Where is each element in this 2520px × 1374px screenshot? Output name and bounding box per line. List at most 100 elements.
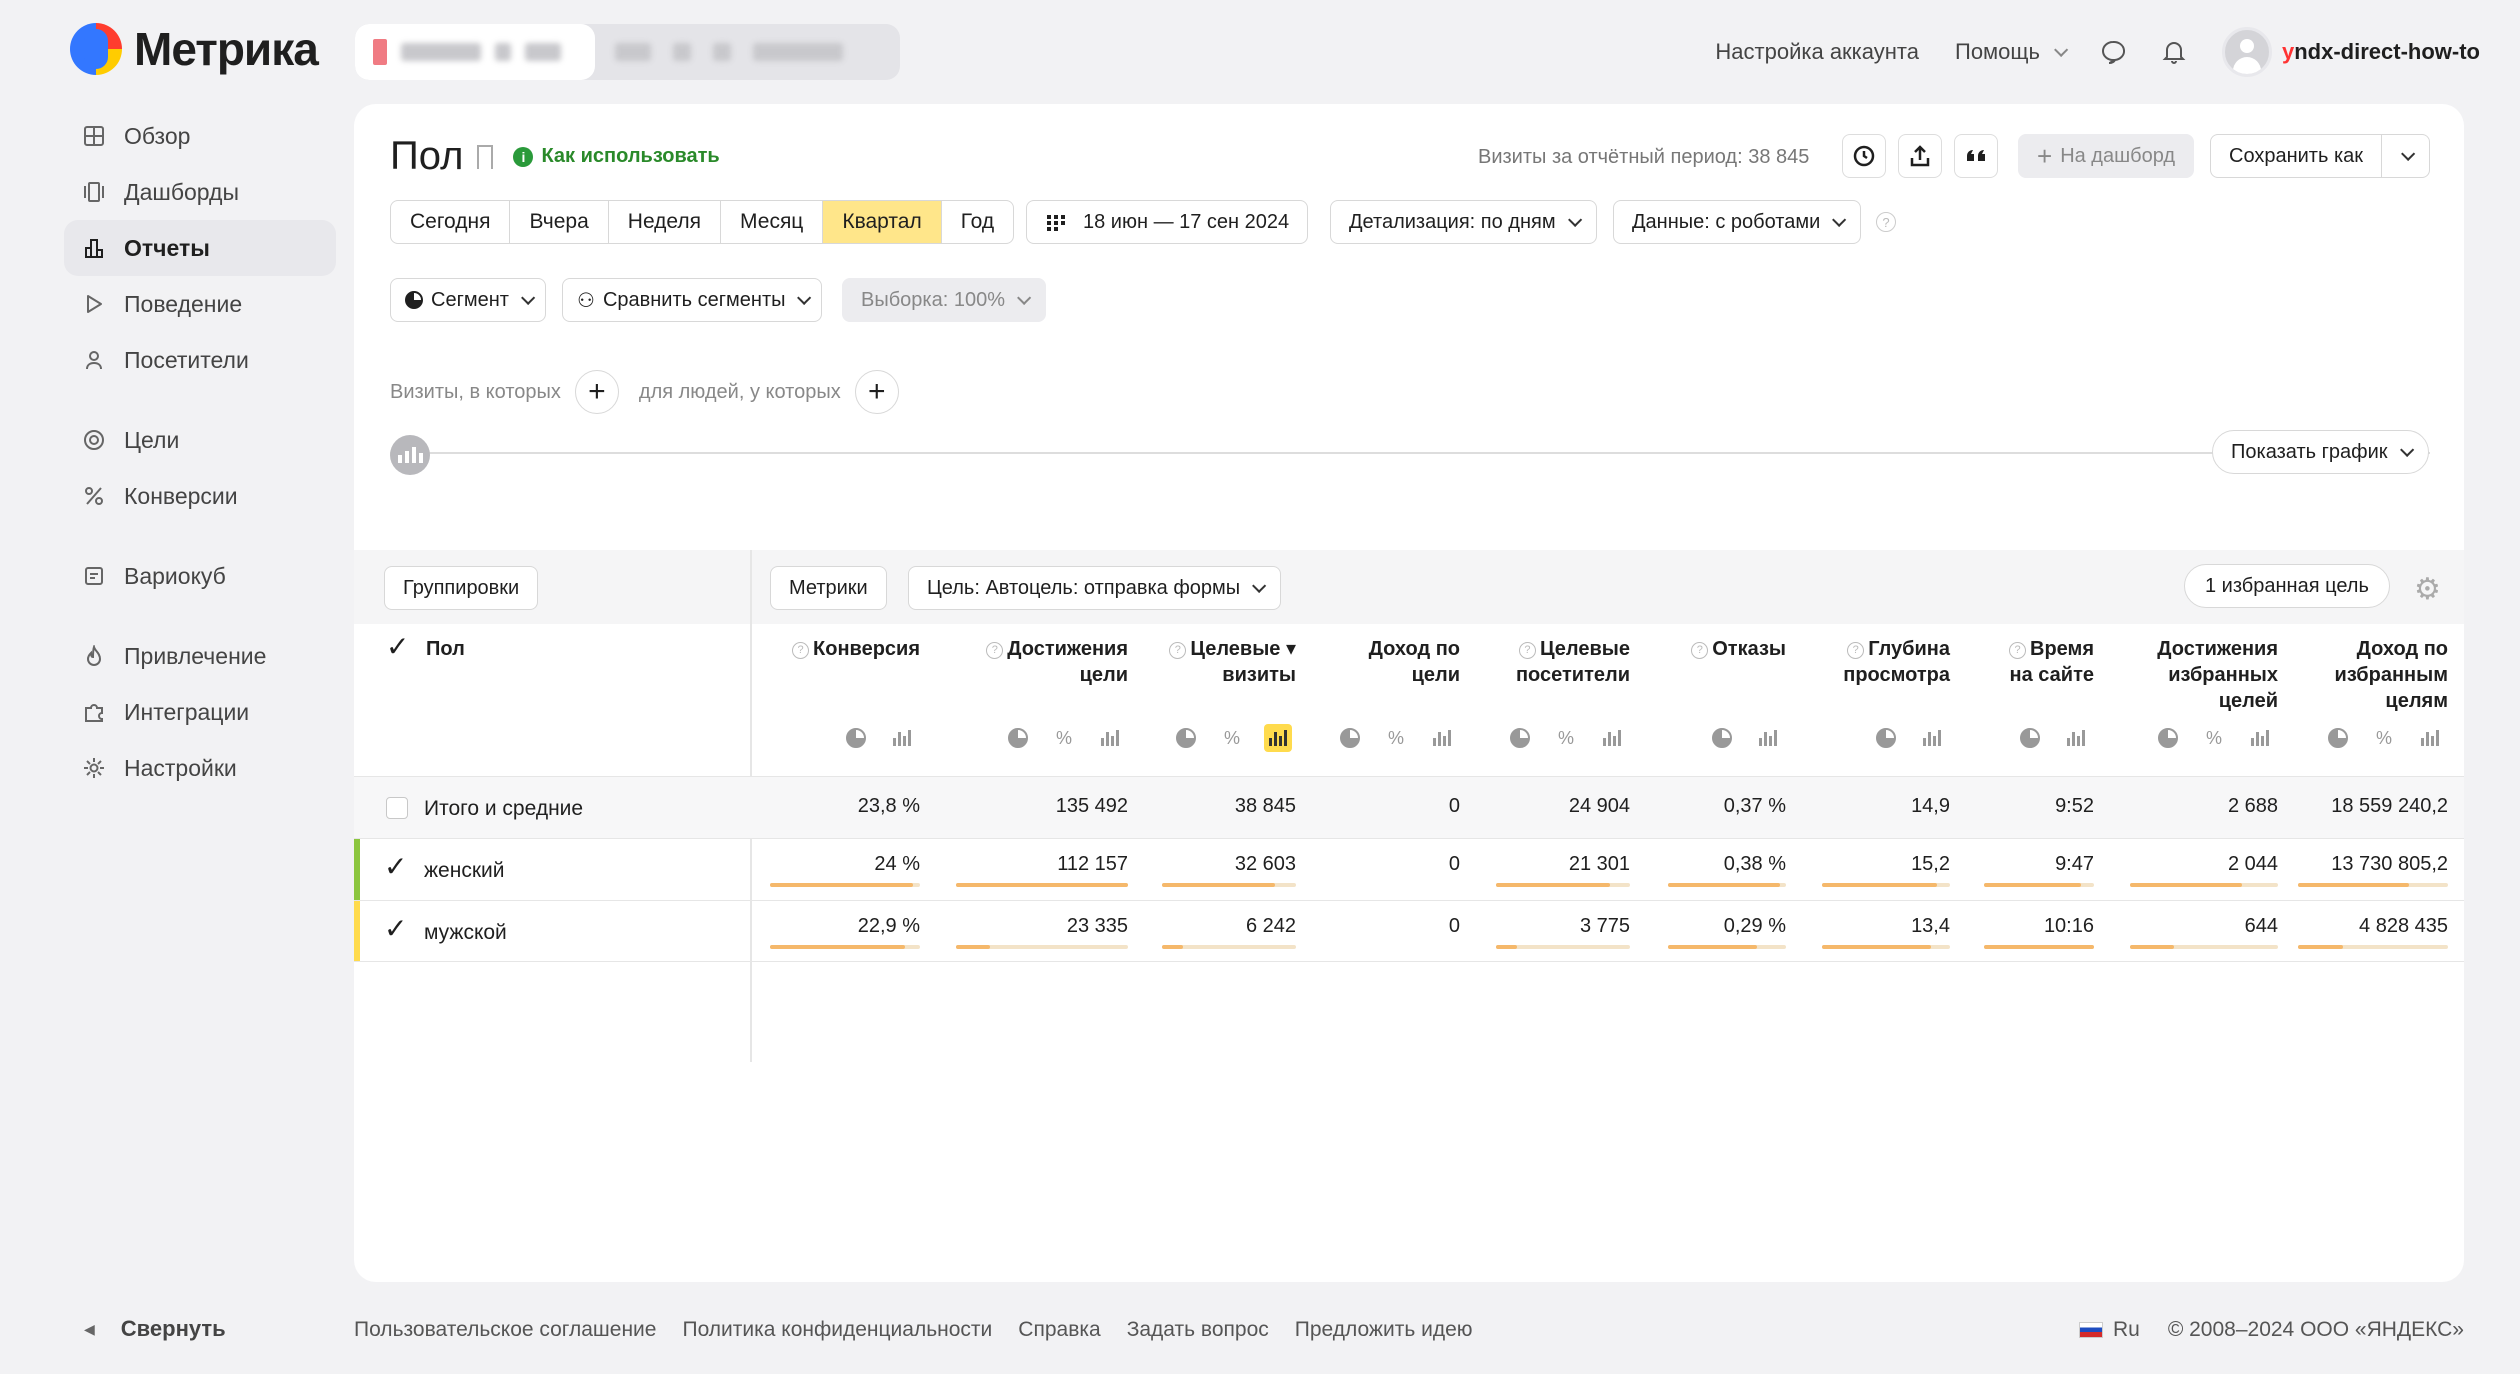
pie-chart-icon[interactable]	[1336, 724, 1364, 752]
help-icon[interactable]: ?	[1169, 642, 1187, 659]
row-checkbox[interactable]: ✓	[384, 915, 407, 943]
period-month[interactable]: Месяц	[721, 201, 824, 243]
goal-dropdown[interactable]: Цель: Автоцель: отправка формы	[908, 566, 1282, 610]
chat-icon[interactable]	[2100, 39, 2126, 65]
pie-chart-icon[interactable]	[1172, 724, 1200, 752]
help-icon[interactable]: ?	[1691, 642, 1709, 659]
column-header[interactable]: ? Целевые посетители	[1516, 636, 1630, 688]
show-chart-button[interactable]: Показать график	[2212, 430, 2429, 474]
bar-chart-icon[interactable]	[2246, 724, 2274, 752]
pie-chart-icon[interactable]	[2324, 724, 2352, 752]
help-icon[interactable]: ?	[1876, 212, 1896, 232]
percent-icon[interactable]: %	[2200, 724, 2228, 752]
sidebar-item-settings[interactable]: Настройки	[64, 740, 336, 796]
help-icon[interactable]: ?	[792, 642, 810, 659]
user-menu[interactable]: yndx-direct-how-to	[2221, 27, 2480, 77]
metrics-button[interactable]: Метрики	[770, 566, 887, 610]
column-header[interactable]: ? Отказы	[1691, 636, 1786, 662]
detail-dropdown[interactable]: Детализация: по дням	[1330, 200, 1597, 244]
export-button[interactable]	[1898, 134, 1942, 178]
bar-chart-icon[interactable]	[1598, 724, 1626, 752]
percent-icon[interactable]: %	[1218, 724, 1246, 752]
language-switch[interactable]: Ru	[2078, 1318, 2140, 1342]
table-settings-gear-icon[interactable]: ⚙	[2414, 572, 2441, 607]
column-header[interactable]: Достижения избранных целей	[2157, 636, 2278, 714]
add-visit-filter-button[interactable]: +	[574, 370, 619, 414]
sidebar-item-reports[interactable]: Отчеты	[64, 220, 336, 276]
bar-chart-icon[interactable]	[1428, 724, 1456, 752]
dim-header-label[interactable]: Пол	[426, 638, 465, 661]
sidebar-item-overview[interactable]: Обзор	[64, 108, 336, 164]
compare-segments-button[interactable]: ⚇ Сравнить сегменты	[562, 278, 823, 322]
collapse-sidebar-button[interactable]: ◀ Свернуть	[84, 1316, 226, 1342]
row-checkbox[interactable]	[386, 797, 408, 819]
pie-chart-icon[interactable]	[1506, 724, 1534, 752]
pie-chart-icon[interactable]	[1708, 724, 1736, 752]
footer-link-idea[interactable]: Предложить идею	[1295, 1318, 1473, 1342]
bar-chart-icon[interactable]	[2416, 724, 2444, 752]
sidebar-item-variocube[interactable]: Вариокуб	[64, 548, 336, 604]
period-year[interactable]: Год	[942, 201, 1013, 243]
bar-chart-icon[interactable]	[888, 724, 916, 752]
how-to-use-link[interactable]: i Как использовать	[513, 145, 720, 168]
sidebar-item-acquisition[interactable]: Привлечение	[64, 628, 336, 684]
percent-icon[interactable]: %	[1050, 724, 1078, 752]
help-icon[interactable]: ?	[986, 642, 1004, 659]
groupings-button[interactable]: Группировки	[384, 566, 539, 610]
column-header[interactable]: Доход по цели	[1369, 636, 1460, 688]
sidebar-item-integrations[interactable]: Интеграции	[64, 684, 336, 740]
current-counter[interactable]	[355, 24, 595, 80]
period-today[interactable]: Сегодня	[391, 201, 511, 243]
help-icon[interactable]: ?	[1847, 642, 1865, 659]
data-mode-dropdown[interactable]: Данные: с роботами	[1613, 200, 1862, 244]
save-as-button[interactable]: Сохранить как	[2210, 134, 2383, 178]
table-row[interactable]: ✓ мужской 22,9 % 23 335 6 242 0 3 775 0,29 % 13,…	[354, 900, 2464, 962]
period-week[interactable]: Неделя	[609, 201, 722, 243]
history-button[interactable]	[1842, 134, 1886, 178]
bar-chart-icon[interactable]	[1918, 724, 1946, 752]
pie-chart-icon[interactable]	[2016, 724, 2044, 752]
share-button[interactable]	[1954, 134, 1998, 178]
table-row[interactable]: ✓ женский 24 % 112 157 32 603 0 21 301 0,38 % 15…	[354, 838, 2464, 900]
chart-icon[interactable]	[390, 435, 430, 475]
pie-chart-icon[interactable]	[842, 724, 870, 752]
bar-chart-icon[interactable]	[1096, 724, 1124, 752]
bookmark-icon[interactable]	[477, 144, 494, 169]
bar-chart-icon[interactable]	[1754, 724, 1782, 752]
help-menu[interactable]: Помощь	[1955, 39, 2069, 65]
footer-link-ask[interactable]: Задать вопрос	[1127, 1318, 1269, 1342]
sidebar-item-visitors[interactable]: Посетители	[64, 332, 336, 388]
add-people-filter-button[interactable]: +	[854, 370, 899, 414]
column-header[interactable]: Доход по избранным целям	[2335, 636, 2448, 714]
dim-header-checkbox[interactable]: ✓	[386, 630, 409, 663]
sidebar-item-behavior[interactable]: Поведение	[64, 276, 336, 332]
to-dashboard-button[interactable]: + На дашборд	[2018, 134, 2195, 178]
sidebar-item-conversions[interactable]: Конверсии	[64, 468, 336, 524]
period-yesterday[interactable]: Вчера	[510, 201, 609, 243]
percent-icon[interactable]: %	[2370, 724, 2398, 752]
column-header[interactable]: ? Целевые ▾ визиты	[1169, 636, 1296, 688]
pie-chart-icon[interactable]	[2154, 724, 2182, 752]
period-quarter[interactable]: Квартал	[823, 201, 942, 243]
pie-chart-icon[interactable]	[1004, 724, 1032, 752]
totals-row[interactable]: Итого и средние 23,8 % 135 492 38 845 0 24 90…	[354, 776, 2464, 838]
sidebar-item-dashboards[interactable]: Дашборды	[64, 164, 336, 220]
bar-chart-icon[interactable]	[1264, 724, 1292, 752]
account-settings-link[interactable]: Настройка аккаунта	[1715, 39, 1919, 65]
logo[interactable]: Метрика	[70, 22, 319, 76]
help-icon[interactable]: ?	[1518, 642, 1536, 659]
footer-link-terms[interactable]: Пользовательское соглашение	[354, 1318, 656, 1342]
bar-chart-icon[interactable]	[2062, 724, 2090, 752]
percent-icon[interactable]: %	[1552, 724, 1580, 752]
favorite-goal-button[interactable]: 1 избранная цель	[2184, 564, 2390, 608]
percent-icon[interactable]: %	[1382, 724, 1410, 752]
save-as-dropdown[interactable]	[2382, 134, 2430, 178]
date-range-picker[interactable]: 18 июн — 17 сен 2024	[1026, 200, 1309, 244]
segment-button[interactable]: Сегмент	[390, 278, 546, 322]
bell-icon[interactable]	[2162, 39, 2186, 65]
sidebar-item-goals[interactable]: Цели	[64, 412, 336, 468]
column-header[interactable]: ? Глубина просмотра	[1843, 636, 1950, 688]
footer-link-help[interactable]: Справка	[1018, 1318, 1100, 1342]
column-header[interactable]: ? Достижения цели	[986, 636, 1128, 688]
help-icon[interactable]: ?	[2009, 642, 2027, 659]
